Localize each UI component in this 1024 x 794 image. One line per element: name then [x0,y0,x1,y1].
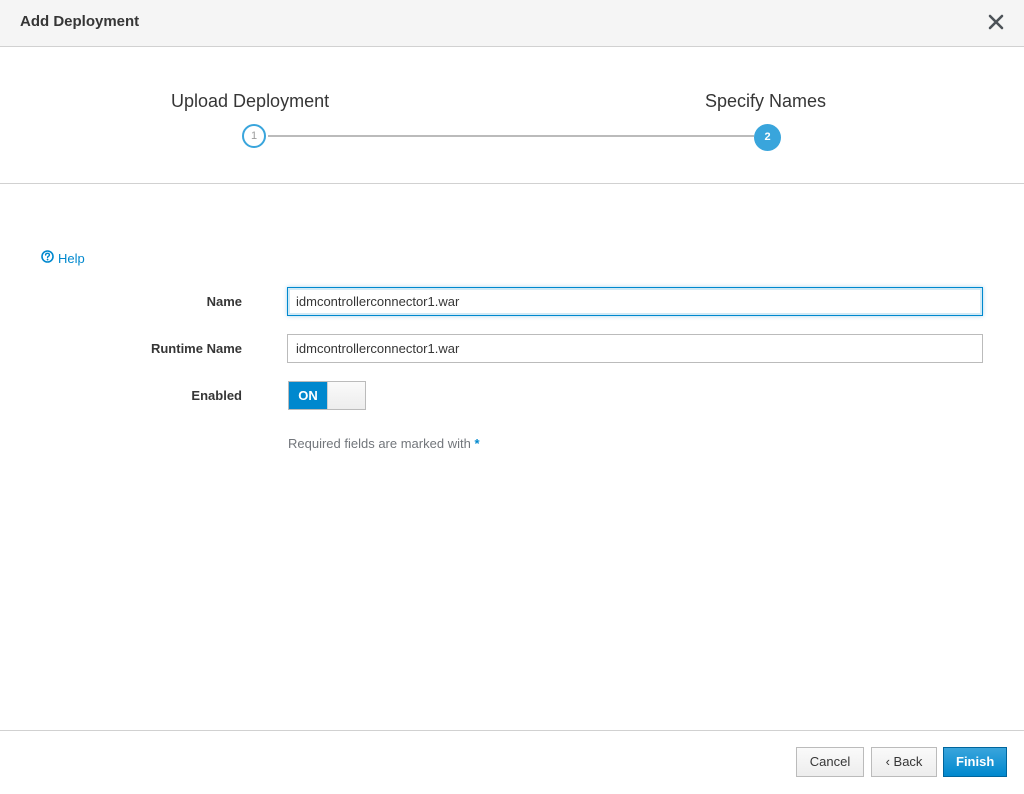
cancel-button[interactable]: Cancel [796,747,864,777]
runtime-name-label: Runtime Name [150,341,242,356]
help-label: Help [58,250,85,266]
step-2-circle[interactable]: 2 [754,124,781,151]
enabled-label: Enabled [191,388,242,403]
wizard-steps: Upload Deployment Specify Names 1 2 [0,47,1024,184]
step-1-circle[interactable]: 1 [242,124,266,148]
toggle-handle[interactable] [327,382,366,409]
help-link[interactable]: Help [41,250,85,266]
required-fields-note: Required fields are marked with * [288,436,480,451]
step-2-label: Specify Names [705,91,827,111]
close-icon[interactable] [986,11,1006,33]
dialog-header: Add Deployment [0,0,1024,47]
name-label: Name [206,294,242,309]
back-button[interactable]: ‹ Back [871,747,937,777]
name-input[interactable] [287,287,983,316]
enabled-toggle[interactable]: ON [288,381,366,410]
required-asterisk: * [474,436,480,451]
runtime-name-input[interactable] [287,334,983,363]
dialog-title: Add Deployment [20,13,140,30]
finish-button[interactable]: Finish [943,747,1007,777]
dialog-footer: Cancel ‹ Back Finish [0,730,1024,794]
question-circle-icon [41,250,54,266]
step-1-label: Upload Deployment [171,91,330,111]
toggle-on-label: ON [289,382,327,409]
required-note-text: Required fields are marked with [288,436,471,451]
step-connector-line [268,135,754,137]
